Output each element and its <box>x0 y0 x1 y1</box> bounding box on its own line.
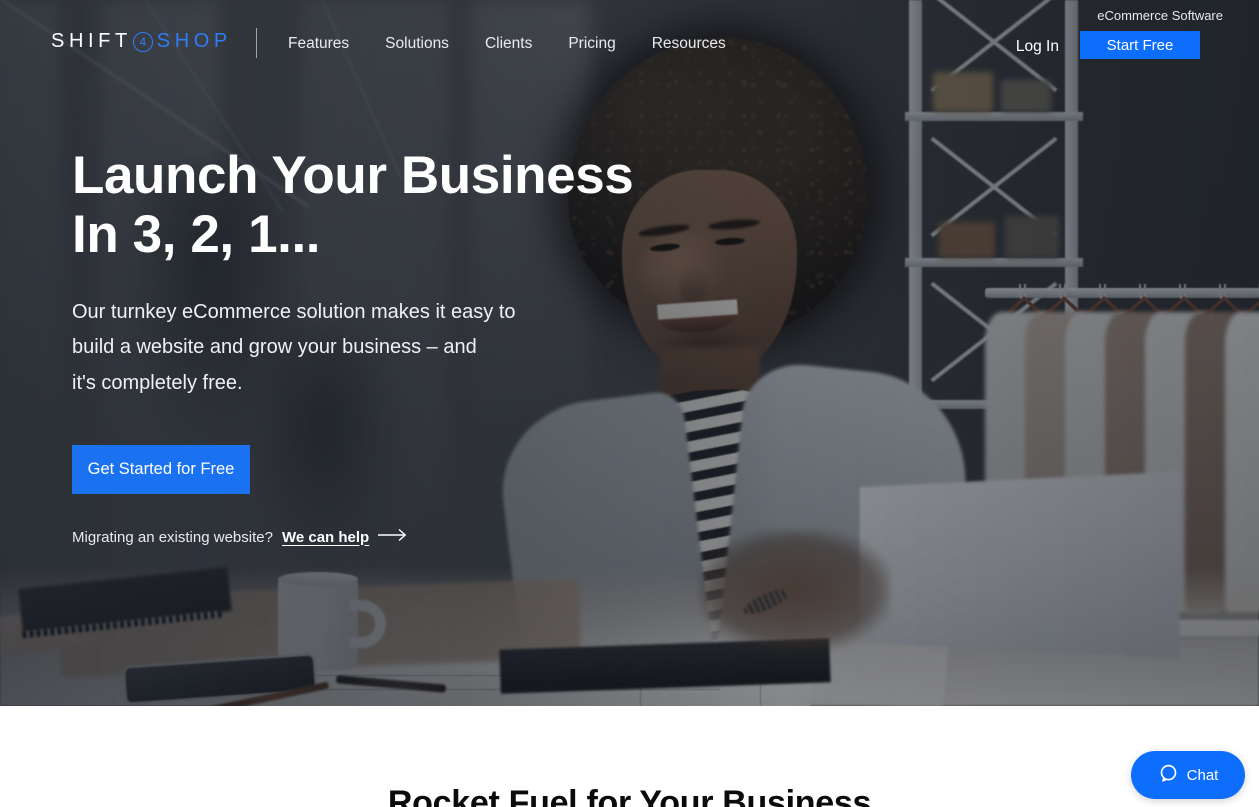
get-started-button[interactable]: Get Started for Free <box>72 444 250 494</box>
migration-question: Migrating an existing website? <box>72 528 273 546</box>
we-can-help-link[interactable]: We can help <box>282 529 369 546</box>
start-free-button[interactable]: Start Free <box>1080 31 1200 59</box>
main-navigation: Features Solutions Clients Pricing Resou… <box>270 35 744 53</box>
nav-item-resources[interactable]: Resources <box>634 35 744 53</box>
hero-content: Launch Your Business In 3, 2, 1... Our t… <box>72 146 692 547</box>
section-title: Rocket Fuel for Your Business <box>387 784 872 807</box>
ecommerce-software-label: eCommerce Software <box>1097 8 1223 23</box>
below-fold-section: Rocket Fuel for Your Business <box>0 706 1259 807</box>
hero-subheadline: Our turnkey eCommerce solution makes it … <box>72 300 516 394</box>
chat-widget-label: Chat <box>1186 766 1219 784</box>
nav-item-solutions[interactable]: Solutions <box>367 35 467 53</box>
migration-prompt: Migrating an existing website? We can he… <box>72 528 692 547</box>
site-header: SHIFT 4 SHOP Features Solutions Clients … <box>0 0 1259 72</box>
chat-widget-button[interactable]: Chat <box>1131 751 1245 799</box>
logo-badge-four: 4 <box>132 31 153 52</box>
shift4shop-logo[interactable]: SHIFT 4 SHOP <box>51 30 232 53</box>
login-link[interactable]: Log In <box>1016 38 1059 56</box>
nav-item-pricing[interactable]: Pricing <box>550 35 633 53</box>
nav-item-clients[interactable]: Clients <box>467 35 550 53</box>
nav-item-features[interactable]: Features <box>270 35 367 53</box>
logo-text-shift: SHIFT <box>51 30 132 52</box>
hero-section: SHIFT 4 SHOP Features Solutions Clients … <box>0 0 1259 706</box>
header-divider <box>256 28 257 58</box>
arrow-right-icon <box>378 528 408 547</box>
logo-text-shop: SHOP <box>156 30 232 52</box>
hero-headline: Launch Your Business In 3, 2, 1... <box>72 146 634 265</box>
chat-bubble-icon <box>1158 763 1179 788</box>
